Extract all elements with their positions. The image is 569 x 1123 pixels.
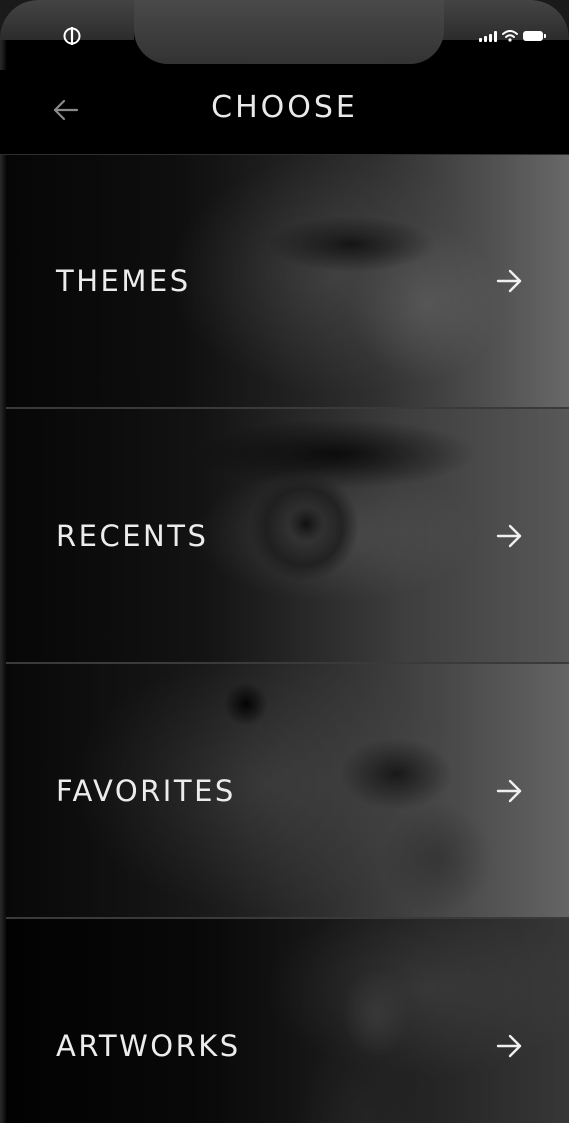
menu-item-themes[interactable]: THEMES bbox=[6, 154, 569, 409]
arrow-right-icon bbox=[496, 779, 522, 802]
menu-item-artworks[interactable]: ARTWORKS bbox=[6, 919, 569, 1123]
battery-icon bbox=[523, 31, 546, 41]
menu-item-recents[interactable]: RECENTS bbox=[6, 409, 569, 664]
menu-item-label: RECENTS bbox=[56, 518, 209, 553]
menu-item-label: THEMES bbox=[56, 263, 191, 298]
page-title: CHOOSE bbox=[211, 90, 358, 125]
menu-item-label: FAVORITES bbox=[56, 773, 236, 808]
status-icons bbox=[479, 30, 546, 42]
menu-item-label: ARTWORKS bbox=[56, 1028, 241, 1063]
arrow-right-icon bbox=[496, 1034, 522, 1057]
menu-list: THEMES RECENTS FAVORITES ARTWORKS bbox=[6, 154, 569, 1123]
phone-screen: CHOOSE THEMES RECENTS FAVORITES ARTWORKS bbox=[0, 0, 569, 1123]
arrow-right-icon bbox=[496, 269, 522, 292]
menu-item-favorites[interactable]: FAVORITES bbox=[6, 664, 569, 919]
wifi-icon bbox=[502, 30, 518, 42]
arrow-right-icon bbox=[496, 524, 522, 547]
image-overlay bbox=[6, 919, 569, 1123]
status-bar bbox=[0, 0, 569, 70]
device-notch bbox=[134, 0, 444, 64]
app-logo-icon bbox=[63, 27, 81, 45]
app-header: CHOOSE bbox=[0, 70, 569, 155]
signal-icon bbox=[479, 30, 497, 42]
